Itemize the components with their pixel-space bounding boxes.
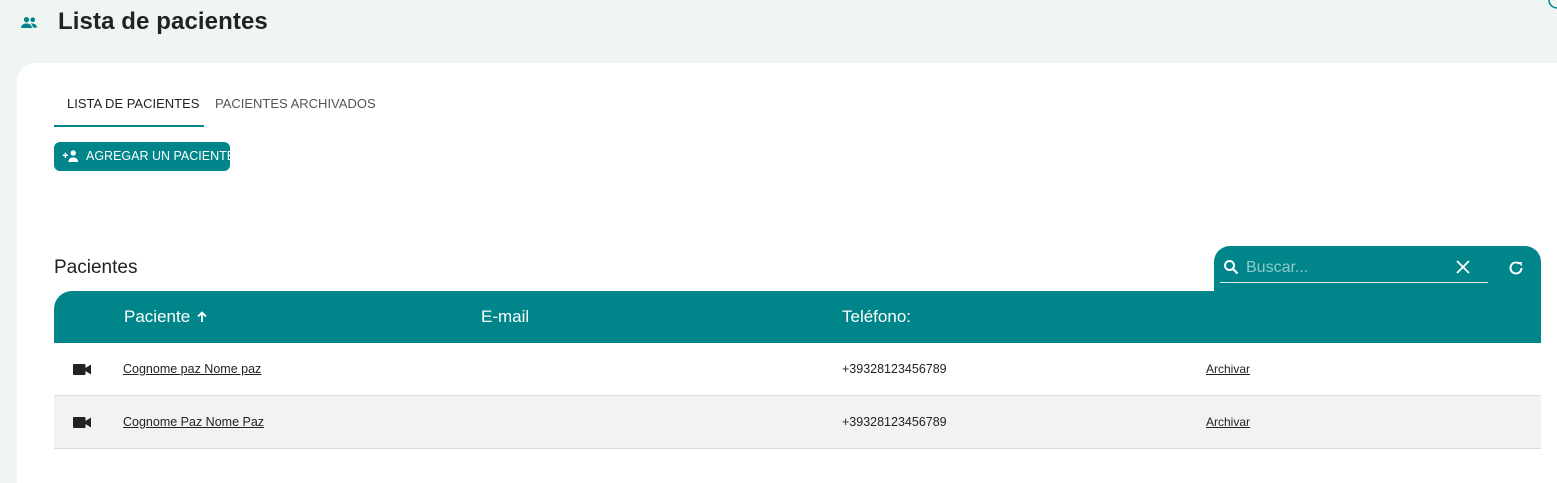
people-icon — [21, 17, 37, 28]
patient-phone: +39328123456789 — [842, 415, 947, 429]
column-header-email[interactable]: E-mail — [481, 307, 529, 327]
search-input[interactable] — [1246, 256, 1451, 280]
column-header-patient[interactable]: Paciente — [124, 307, 208, 327]
close-icon[interactable] — [1456, 260, 1470, 274]
table-row: Cognome Paz Nome Paz +39328123456789 Arc… — [54, 396, 1541, 449]
archive-link[interactable]: Archivar — [1206, 362, 1250, 376]
search-underline — [1220, 282, 1488, 283]
patient-name-link[interactable]: Cognome paz Nome paz — [123, 362, 261, 376]
tab-archived-patients[interactable]: PACIENTES ARCHIVADOS — [215, 93, 376, 126]
column-header-phone[interactable]: Teléfono: — [842, 307, 911, 327]
table-row: Cognome paz Nome paz +39328123456789 Arc… — [54, 343, 1541, 396]
page-title: Lista de pacientes — [58, 8, 268, 35]
column-header-patient-label: Paciente — [124, 307, 191, 326]
add-patient-label: AGREGAR UN PACIENTE — [86, 149, 236, 163]
search-panel — [1214, 246, 1541, 292]
person-add-icon — [62, 150, 79, 162]
add-patient-button[interactable]: AGREGAR UN PACIENTE — [54, 142, 235, 171]
video-camera-icon[interactable] — [73, 364, 91, 375]
search-icon — [1224, 260, 1239, 275]
archive-link[interactable]: Archivar — [1206, 415, 1250, 429]
page-header: Lista de pacientes — [0, 0, 1557, 62]
section-title: Pacientes — [54, 257, 138, 278]
tab-patient-list[interactable]: LISTA DE PACIENTES — [67, 93, 199, 126]
patient-phone: +39328123456789 — [842, 362, 947, 376]
table-header: Paciente E-mail Teléfono: — [54, 291, 1541, 343]
video-camera-icon[interactable] — [73, 417, 91, 428]
sort-ascending-icon — [197, 311, 207, 322]
patients-table: Paciente E-mail Teléfono: Cognome paz No… — [54, 291, 1541, 449]
refresh-icon[interactable] — [1507, 259, 1525, 277]
corner-decoration — [1548, 0, 1557, 9]
active-tab-indicator — [54, 125, 204, 127]
content-card: LISTA DE PACIENTES PACIENTES ARCHIVADOS … — [17, 63, 1557, 483]
patient-name-link[interactable]: Cognome Paz Nome Paz — [123, 415, 264, 429]
